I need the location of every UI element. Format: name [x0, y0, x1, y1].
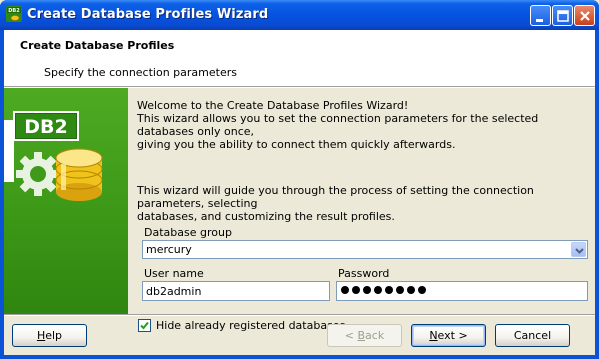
- password-mask-dot: [374, 286, 382, 294]
- password-mask: [341, 286, 426, 294]
- svg-text:DB2: DB2: [24, 116, 67, 138]
- wizard-side-panel: DB2: [4, 88, 128, 314]
- wizard-client-area: Create Database Profiles Specify the con…: [4, 30, 595, 355]
- wizard-header: Create Database Profiles Specify the con…: [4, 30, 595, 86]
- window-title: Create Database Profiles Wizard: [27, 7, 269, 22]
- db2-logo-icon: DB2: [13, 111, 103, 201]
- welcome-text: Welcome to the Create Database Profiles …: [137, 99, 592, 151]
- password-mask-dot: [418, 286, 426, 294]
- page-subtitle: Specify the connection parameters: [44, 66, 237, 79]
- chevron-down-icon: [575, 248, 584, 254]
- user-name-label: User name: [144, 267, 204, 280]
- password-mask-dot: [352, 286, 360, 294]
- close-icon: [580, 11, 590, 21]
- next-label-mnemonic: N: [429, 329, 438, 342]
- checkmark-icon: [140, 321, 149, 330]
- maximize-icon: [557, 10, 569, 22]
- guide-text: This wizard will guide you through the p…: [137, 184, 592, 223]
- password-label: Password: [338, 267, 390, 280]
- svg-text:DB2: DB2: [8, 8, 20, 14]
- minimize-button[interactable]: [530, 5, 551, 26]
- db2-app-icon: DB2: [6, 6, 22, 22]
- wizard-window: DB2 Create Database Profiles Wizard Crea…: [0, 0, 599, 359]
- database-group-value: mercury: [146, 243, 192, 256]
- user-name-value: db2admin: [146, 285, 202, 298]
- guide-line: databases, and customizing the result pr…: [137, 210, 395, 223]
- user-name-input[interactable]: db2admin: [142, 281, 330, 301]
- wizard-body: Welcome to the Create Database Profiles …: [128, 88, 595, 332]
- hide-registered-checkbox[interactable]: [138, 319, 151, 332]
- password-mask-dot: [363, 286, 371, 294]
- password-mask-dot: [407, 286, 415, 294]
- password-mask-dot: [341, 286, 349, 294]
- close-button[interactable]: [574, 5, 595, 26]
- title-bar[interactable]: DB2 Create Database Profiles Wizard: [0, 0, 599, 30]
- page-title: Create Database Profiles: [20, 39, 175, 52]
- help-label-mnemonic: H: [36, 329, 46, 342]
- next-button[interactable]: Next >: [411, 324, 486, 347]
- database-group-select[interactable]: mercury: [142, 240, 588, 259]
- password-input[interactable]: [336, 281, 588, 301]
- hide-registered-label[interactable]: Hide already registered databases: [156, 319, 345, 332]
- help-label-post: elp: [45, 329, 63, 342]
- back-label-mnemonic: B: [357, 329, 366, 342]
- password-mask-dot: [385, 286, 393, 294]
- dropdown-button[interactable]: [571, 242, 586, 257]
- help-button[interactable]: Help: [12, 324, 87, 347]
- next-label-post: ext >: [437, 329, 468, 342]
- minimize-icon: [536, 19, 543, 22]
- back-label-post: ack: [365, 329, 385, 342]
- welcome-line: This wizard allows you to set the connec…: [137, 112, 539, 138]
- footer-divider-highlight: [4, 315, 595, 316]
- welcome-line: giving you the ability to connect them q…: [137, 138, 456, 151]
- maximize-button[interactable]: [552, 5, 573, 26]
- database-group-label: Database group: [144, 226, 232, 239]
- back-button[interactable]: < Back: [327, 324, 402, 347]
- guide-line: This wizard will guide you through the p…: [137, 184, 534, 210]
- back-label-pre: <: [344, 329, 358, 342]
- cancel-button[interactable]: Cancel: [495, 324, 570, 347]
- welcome-heading: Welcome to the Create Database Profiles …: [137, 99, 409, 112]
- password-mask-dot: [396, 286, 404, 294]
